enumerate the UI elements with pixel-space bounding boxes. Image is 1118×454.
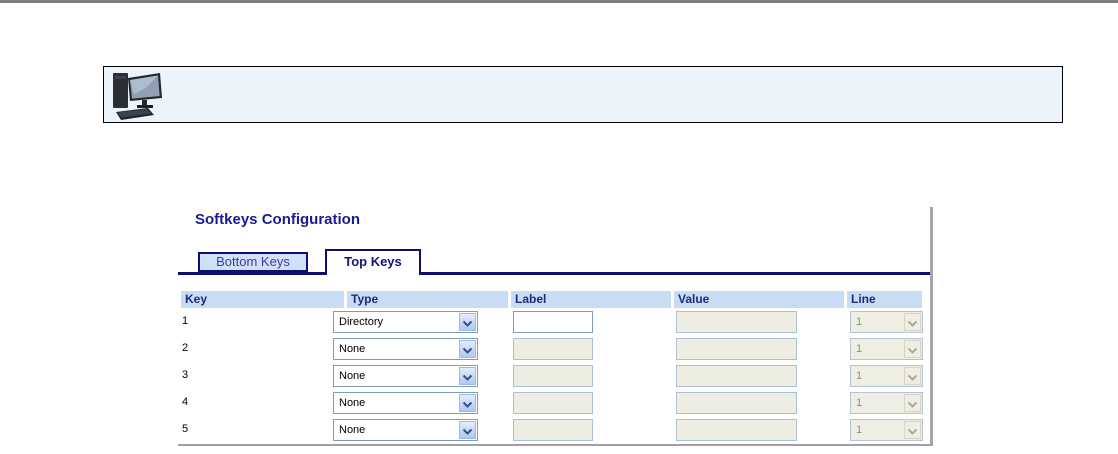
column-header-type: Type	[347, 291, 508, 308]
chevron-down-icon	[462, 374, 473, 382]
line-select-row-4: 1	[850, 392, 923, 414]
dropdown-button-disabled	[904, 313, 921, 331]
type-select-row-2[interactable]: None	[333, 338, 478, 360]
dropdown-button-disabled	[904, 340, 921, 358]
chevron-down-icon	[907, 347, 918, 355]
line-select-row-1: 1	[850, 311, 923, 333]
page-title: Softkeys Configuration	[195, 211, 360, 228]
row-key-label: 1	[182, 315, 206, 327]
info-banner	[103, 66, 1063, 123]
dropdown-button-disabled	[904, 421, 921, 439]
chevron-down-icon	[907, 401, 918, 409]
type-select-value: None	[339, 343, 365, 355]
chevron-down-icon	[462, 401, 473, 409]
line-select-value: 1	[856, 397, 862, 409]
column-header-label: Label	[511, 291, 671, 308]
line-select-value: 1	[856, 343, 862, 355]
dropdown-button[interactable]	[459, 421, 476, 439]
line-select-value: 1	[856, 370, 862, 382]
label-input-row-4	[513, 392, 593, 414]
tab-top-keys[interactable]: Top Keys	[325, 249, 421, 275]
type-select-row-5[interactable]: None	[333, 419, 478, 441]
chevron-down-icon	[462, 320, 473, 328]
column-header-value: Value	[674, 291, 844, 308]
type-select-value: None	[339, 370, 365, 382]
dropdown-button-disabled	[904, 394, 921, 412]
chevron-down-icon	[907, 428, 918, 436]
type-select-row-1[interactable]: Directory	[333, 311, 478, 333]
line-select-row-5: 1	[850, 419, 923, 441]
column-header-key: Key	[181, 291, 344, 308]
chevron-down-icon	[462, 347, 473, 355]
row-key-label: 2	[182, 342, 206, 354]
chevron-down-icon	[907, 320, 918, 328]
column-header-line: Line	[847, 291, 922, 308]
label-input-row-2	[513, 338, 593, 360]
value-input-row-5	[676, 419, 797, 441]
row-key-label: 5	[182, 423, 206, 435]
type-select-row-3[interactable]: None	[333, 365, 478, 387]
dropdown-button[interactable]	[459, 340, 476, 358]
value-input-row-3	[676, 365, 797, 387]
tab-underline	[178, 272, 930, 275]
row-key-label: 4	[182, 396, 206, 408]
type-select-row-4[interactable]: None	[333, 392, 478, 414]
row-key-label: 3	[182, 369, 206, 381]
line-select-row-2: 1	[850, 338, 923, 360]
line-select-value: 1	[856, 424, 862, 436]
line-select-value: 1	[856, 316, 862, 328]
chevron-down-icon	[462, 428, 473, 436]
chevron-down-icon	[907, 374, 918, 382]
type-select-value: None	[339, 424, 365, 436]
dropdown-button-disabled	[904, 367, 921, 385]
tab-bottom-keys[interactable]: Bottom Keys	[198, 252, 308, 272]
type-select-value: Directory	[339, 316, 383, 328]
label-input-row-5	[513, 419, 593, 441]
dropdown-button[interactable]	[459, 367, 476, 385]
line-select-row-3: 1	[850, 365, 923, 387]
value-input-row-4	[676, 392, 797, 414]
type-select-value: None	[339, 397, 365, 409]
dropdown-button[interactable]	[459, 313, 476, 331]
label-input-row-3	[513, 365, 593, 387]
value-input-row-1	[676, 311, 797, 333]
value-input-row-2	[676, 338, 797, 360]
dropdown-button[interactable]	[459, 394, 476, 412]
top-divider	[0, 0, 1118, 3]
label-input-row-1[interactable]	[513, 311, 593, 333]
